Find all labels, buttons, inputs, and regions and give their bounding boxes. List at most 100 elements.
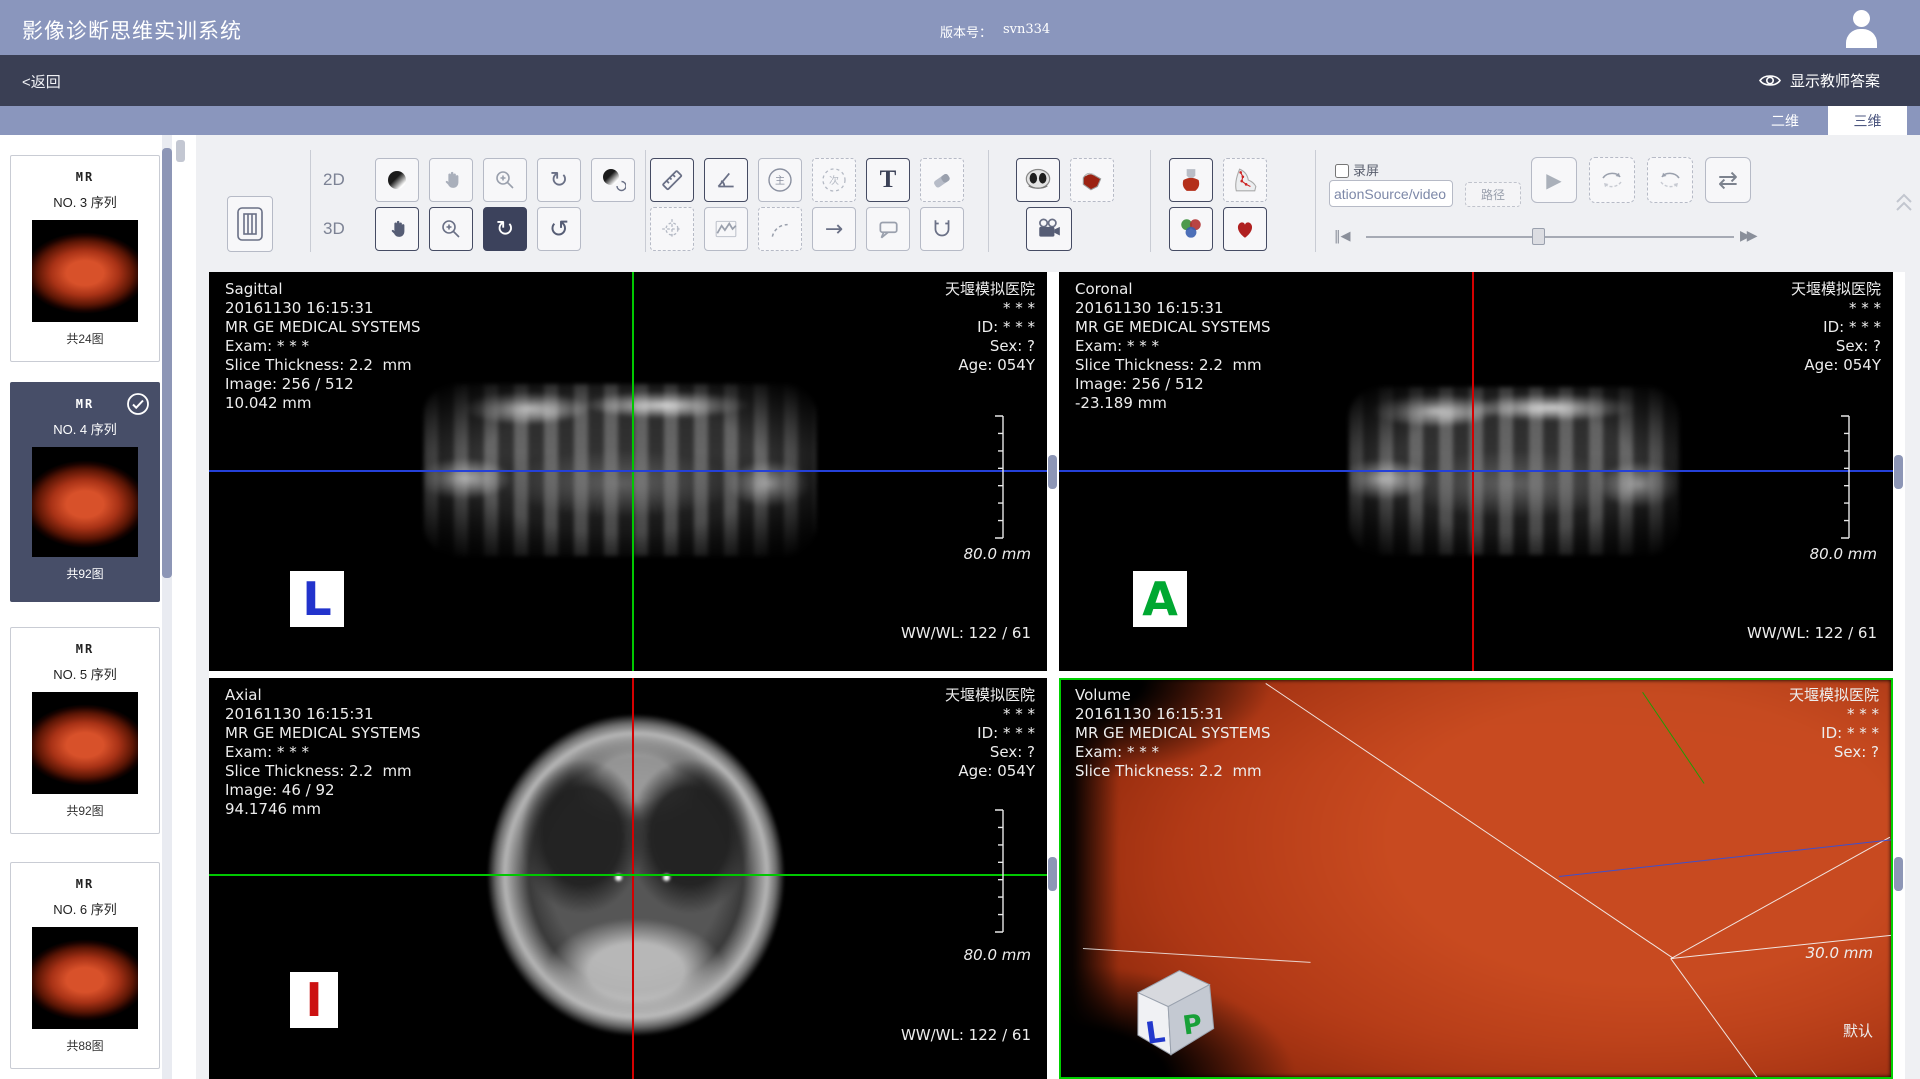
secondary-tool-button[interactable]: 次 <box>812 158 856 202</box>
series-count: 共24图 <box>11 330 159 347</box>
crosshair-tool-button[interactable] <box>650 207 694 251</box>
arc-tool-button[interactable] <box>758 207 802 251</box>
text-tool-button[interactable]: T <box>866 158 910 202</box>
tab-2d[interactable]: 二维 <box>1742 106 1828 135</box>
eye-icon <box>1758 72 1782 89</box>
pelvis-preset-button[interactable] <box>1070 158 1114 202</box>
viewport-coronal[interactable]: Coronal20161130 16:15:31MR GE MEDICAL SY… <box>1059 272 1893 671</box>
orientation-cube[interactable]: L P <box>1121 962 1225 1062</box>
main-scrollbar-track[interactable] <box>176 135 185 1079</box>
swap-direction-button[interactable]: ⇄ <box>1705 157 1751 203</box>
zoom-in-icon <box>494 169 516 191</box>
viewport-axial[interactable]: Axial20161130 16:15:31MR GE MEDICAL SYST… <box>209 678 1047 1079</box>
crosshair-vertical[interactable] <box>632 678 634 1079</box>
primary-circle-icon: 主 <box>766 166 794 194</box>
primary-tool-button[interactable]: 主 <box>758 158 802 202</box>
dicom-overlay-right: 天堰模拟医院* * *ID: * * *Sex: ?Age: 054Y <box>1791 280 1881 375</box>
nav-bar: <返回 显示教师答案 <box>0 55 1920 106</box>
series-modality: MR <box>11 642 159 656</box>
playback-slider-handle[interactable] <box>1532 228 1545 245</box>
path-button[interactable]: 路径 <box>1465 182 1521 207</box>
angle-tool-button[interactable] <box>704 158 748 202</box>
scale-label: 80.0 mm <box>1810 545 1877 564</box>
main-scrollbar-thumb[interactable] <box>176 140 185 162</box>
rotate-2d-button[interactable]: ↻ <box>537 158 581 202</box>
scrollbar-handle[interactable] <box>1048 455 1057 489</box>
toolbar-separator <box>645 150 646 252</box>
series-card-6[interactable]: MR NO. 6 序列 共88图 <box>10 862 160 1069</box>
movie-camera-icon <box>1036 218 1062 240</box>
record-camera-button[interactable] <box>1026 207 1072 251</box>
app-title: 影像诊断思维实训系统 <box>22 15 242 45</box>
ruler-tool-button[interactable] <box>650 158 694 202</box>
user-avatar-icon[interactable] <box>1843 10 1879 48</box>
playback-slider-track[interactable] <box>1366 236 1734 238</box>
window-level-reset-icon <box>600 167 626 193</box>
scale-label: 80.0 mm <box>964 545 1031 564</box>
series-card-3[interactable]: MR NO. 3 序列 共24图 <box>10 155 160 362</box>
scrollbar-handle[interactable] <box>1048 857 1057 891</box>
window-level-2d-button[interactable] <box>375 158 419 202</box>
scale-label: 80.0 mm <box>964 946 1031 965</box>
video-path-input[interactable] <box>1329 180 1453 207</box>
scale-ruler <box>995 808 1009 934</box>
loop-reverse-button[interactable] <box>1647 157 1693 203</box>
zoom-3d-button[interactable] <box>429 207 473 251</box>
scrollbar-handle[interactable] <box>1894 857 1903 891</box>
window-level-reset-button[interactable] <box>591 158 635 202</box>
crosshair-horizontal[interactable] <box>1059 470 1893 472</box>
pelvis-3d-icon <box>1079 168 1105 192</box>
window-level-icon <box>385 168 409 192</box>
series-count: 共92图 <box>11 565 159 582</box>
crosshair-icon <box>660 217 684 241</box>
rotate-reset-3d-button[interactable]: ↺ <box>537 207 581 251</box>
volume-preset-label[interactable]: 默认 <box>1843 1022 1873 1041</box>
viewport-row-divider <box>209 671 1905 678</box>
record-screen-checkbox[interactable] <box>1335 164 1349 178</box>
series-card-4[interactable]: MR NO. 4 序列 共92图 <box>10 382 160 602</box>
pan-3d-button[interactable] <box>375 207 419 251</box>
eraser-tool-button[interactable] <box>920 158 964 202</box>
waveform-icon <box>714 217 738 241</box>
app-header: 影像诊断思维实训系统 版本号： svn334 <box>0 0 1920 55</box>
scrollbar-handle[interactable] <box>1894 455 1903 489</box>
label-2d: 2D <box>323 170 345 190</box>
organs-preset-button[interactable] <box>1169 207 1213 251</box>
layout-tool-button[interactable] <box>227 196 273 252</box>
show-teacher-answer-button[interactable]: 显示教师答案 <box>1758 70 1880 91</box>
crosshair-horizontal[interactable] <box>209 470 1047 472</box>
label-tool-button[interactable] <box>866 207 910 251</box>
toolbar-separator <box>1315 150 1316 252</box>
curve-tool-button[interactable] <box>704 207 748 251</box>
spine-preset-button[interactable] <box>1223 158 1267 202</box>
sidebar-scrollbar-thumb[interactable] <box>162 148 172 578</box>
mpr-preset-button[interactable] <box>1016 158 1060 202</box>
viewport-sagittal[interactable]: Sagittal20161130 16:15:31MR GE MEDICAL S… <box>209 272 1047 671</box>
zoom-2d-button[interactable] <box>483 158 527 202</box>
rotate-icon: ↻ <box>496 217 514 242</box>
loop-forward-button[interactable] <box>1589 157 1635 203</box>
rotate-reset-icon: ↺ <box>549 215 569 243</box>
zoom-icon <box>440 218 462 240</box>
slider-fast-forward-icon[interactable]: ▶▶ <box>1740 228 1754 244</box>
rotate-3d-button[interactable]: ↻ <box>483 207 527 251</box>
slider-step-start-icon[interactable]: ‖◀ <box>1334 229 1351 244</box>
viewport-volume[interactable]: Volume20161130 16:15:31MR GE MEDICAL SYS… <box>1059 678 1893 1079</box>
arrow-tool-button[interactable]: → <box>812 207 856 251</box>
scale-ruler <box>995 414 1009 540</box>
series-card-5[interactable]: MR NO. 5 序列 共92图 <box>10 627 160 834</box>
orientation-marker: L <box>290 571 344 627</box>
pan-2d-button[interactable] <box>429 158 473 202</box>
knee-preset-button[interactable] <box>1169 158 1213 202</box>
tab-3d[interactable]: 三维 <box>1828 106 1907 135</box>
series-modality: MR <box>11 877 159 891</box>
crosshair-horizontal[interactable] <box>209 874 1047 876</box>
heart-3d-icon <box>1233 217 1257 241</box>
back-button[interactable]: <返回 <box>22 71 61 92</box>
svg-text:次: 次 <box>829 174 839 187</box>
play-button[interactable]: ▶ <box>1531 157 1577 203</box>
cobb-angle-tool-button[interactable] <box>920 207 964 251</box>
collapse-toolbar-button[interactable] <box>1893 190 1915 214</box>
heart-preset-button[interactable] <box>1223 207 1267 251</box>
series-name: NO. 6 序列 <box>11 899 159 918</box>
